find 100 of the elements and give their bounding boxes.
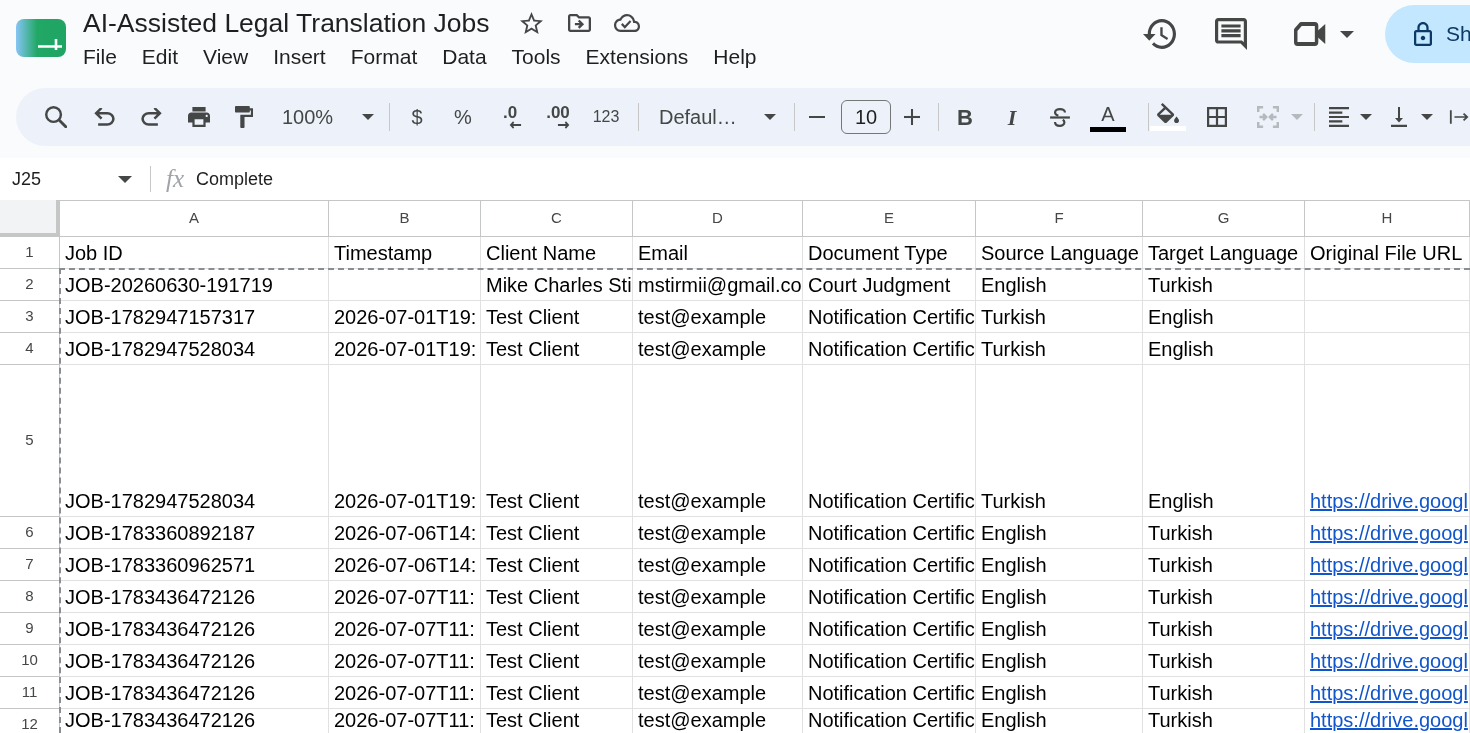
document-title[interactable]: AI-Assisted Legal Translation Jobs <box>83 7 490 39</box>
table-cell: English <box>976 269 1143 301</box>
share-button[interactable]: Sh <box>1385 5 1470 63</box>
borders-icon[interactable] <box>1207 107 1227 127</box>
menu-item[interactable]: Help <box>713 43 757 71</box>
column-header[interactable]: E <box>803 200 976 237</box>
menu-item[interactable]: Data <box>442 43 487 71</box>
menu-item[interactable]: Tools <box>511 43 561 71</box>
table-cell: Court Judgment <box>803 269 976 301</box>
column-header[interactable]: G <box>1143 200 1305 237</box>
paint-roller-icon[interactable] <box>235 106 253 128</box>
row-number[interactable]: 8 <box>0 581 60 613</box>
table-cell: 2026-07-06T14: <box>329 549 481 581</box>
menu-item[interactable]: Insert <box>273 43 326 71</box>
table-cell: English <box>976 645 1143 677</box>
table-cell: 2026-07-01T19: <box>329 301 481 333</box>
caret-icon[interactable] <box>1340 30 1354 38</box>
menu-item[interactable]: View <box>203 43 249 71</box>
table-cell: JOB-1783436472126 <box>60 613 329 645</box>
table-cell: Turkish <box>976 365 1143 517</box>
table-cell: English <box>976 677 1143 709</box>
star-icon[interactable] <box>519 12 543 34</box>
row-number[interactable]: 4 <box>0 333 60 365</box>
table-cell: 2026-07-07T11: <box>329 709 481 733</box>
app-logo-icon[interactable] <box>16 19 66 57</box>
table-cell: Mike Charles Sti <box>481 269 633 301</box>
column-header[interactable]: D <box>633 200 803 237</box>
comment-icon[interactable] <box>1215 18 1247 50</box>
menu-item[interactable]: Extensions <box>585 43 689 71</box>
table-cell: Turkish <box>1143 517 1305 549</box>
table-cell: test@example <box>633 645 803 677</box>
print-icon[interactable] <box>188 107 210 127</box>
table-cell: Test Client <box>481 549 633 581</box>
cloud-check-icon[interactable] <box>613 14 640 32</box>
row-number[interactable]: 5 <box>0 365 60 517</box>
table-cell: JOB-1782947528034 <box>60 365 329 517</box>
table-cell: test@example <box>633 333 803 365</box>
table-cell: English <box>976 517 1143 549</box>
file-link[interactable]: https://drive.googl <box>1310 488 1468 514</box>
number-format-button[interactable]: 123 <box>588 99 624 135</box>
table-cell: Test Client <box>481 581 633 613</box>
table-cell: English <box>1143 301 1305 333</box>
table-cell: test@example <box>633 677 803 709</box>
increase-decimals-button[interactable]: .00 <box>540 99 576 135</box>
undo-icon[interactable] <box>94 108 115 126</box>
row-number[interactable]: 3 <box>0 301 60 333</box>
folder-arrow-icon[interactable] <box>567 14 591 32</box>
table-cell: 2026-07-01T19: <box>329 333 481 365</box>
table-cell: English <box>976 709 1143 733</box>
percent-format-button[interactable]: % <box>449 99 477 135</box>
zoom-dropdown[interactable]: 100% <box>282 99 374 135</box>
row-number[interactable]: 1 <box>0 237 60 269</box>
row-number[interactable]: 11 <box>0 677 60 709</box>
header-cell: Source Language <box>976 237 1143 269</box>
bar-arrow-icon[interactable] <box>1449 107 1469 127</box>
table-cell: Notification Certific <box>803 517 976 549</box>
table-cell: test@example <box>633 709 803 733</box>
table-cell: Turkish <box>1143 549 1305 581</box>
table-cell: mstirmii@gmail.co <box>633 269 803 301</box>
formula-field[interactable]: Complete <box>196 165 274 193</box>
currency-format-button[interactable]: $ <box>403 99 431 135</box>
font-dropdown[interactable]: Defaul… <box>659 99 776 135</box>
align-left-icon[interactable] <box>1329 107 1349 127</box>
column-header[interactable]: A <box>60 200 329 237</box>
plus-icon[interactable] <box>904 109 920 125</box>
strikethrough-icon[interactable] <box>1049 107 1071 127</box>
cell-reference-field[interactable]: J25 <box>12 165 112 193</box>
row-number[interactable]: 12 <box>0 709 60 733</box>
align-bottom-icon[interactable] <box>1391 107 1407 127</box>
italic-button[interactable]: I <box>1000 99 1024 135</box>
bold-button[interactable]: B <box>953 99 977 135</box>
history-icon[interactable] <box>1143 19 1176 49</box>
text-color-button[interactable]: A <box>1090 97 1126 137</box>
column-header[interactable]: F <box>976 200 1143 237</box>
caret-icon[interactable] <box>1421 114 1433 120</box>
column-header[interactable]: C <box>481 200 633 237</box>
menu-item[interactable]: Edit <box>141 43 179 71</box>
row-number[interactable]: 9 <box>0 613 60 645</box>
row-number[interactable]: 6 <box>0 517 60 549</box>
header-cell: Timestamp <box>329 237 481 269</box>
row-number[interactable]: 2 <box>0 269 60 301</box>
caret-icon[interactable] <box>1360 114 1372 120</box>
caret-icon[interactable] <box>118 175 132 183</box>
header-cell: Original File URL <box>1305 237 1470 269</box>
table-cell: Test Client <box>481 301 633 333</box>
row-number[interactable]: 10 <box>0 645 60 677</box>
table-cell: Turkish <box>1143 269 1305 301</box>
menu-item[interactable]: File <box>83 43 117 71</box>
caret-icon <box>362 114 374 120</box>
decrease-decimals-button[interactable]: .0 <box>495 99 525 135</box>
search-icon[interactable] <box>45 106 67 128</box>
menu-item[interactable]: Format <box>350 43 418 71</box>
redo-icon[interactable] <box>141 108 162 126</box>
column-header[interactable]: H <box>1305 200 1470 237</box>
font-size-field[interactable]: 10 <box>841 100 891 134</box>
table-cell: 2026-07-07T11: <box>329 645 481 677</box>
row-number[interactable]: 7 <box>0 549 60 581</box>
column-header[interactable]: B <box>329 200 481 237</box>
table-cell: Test Client <box>481 645 633 677</box>
video-camera-icon[interactable] <box>1294 22 1327 46</box>
